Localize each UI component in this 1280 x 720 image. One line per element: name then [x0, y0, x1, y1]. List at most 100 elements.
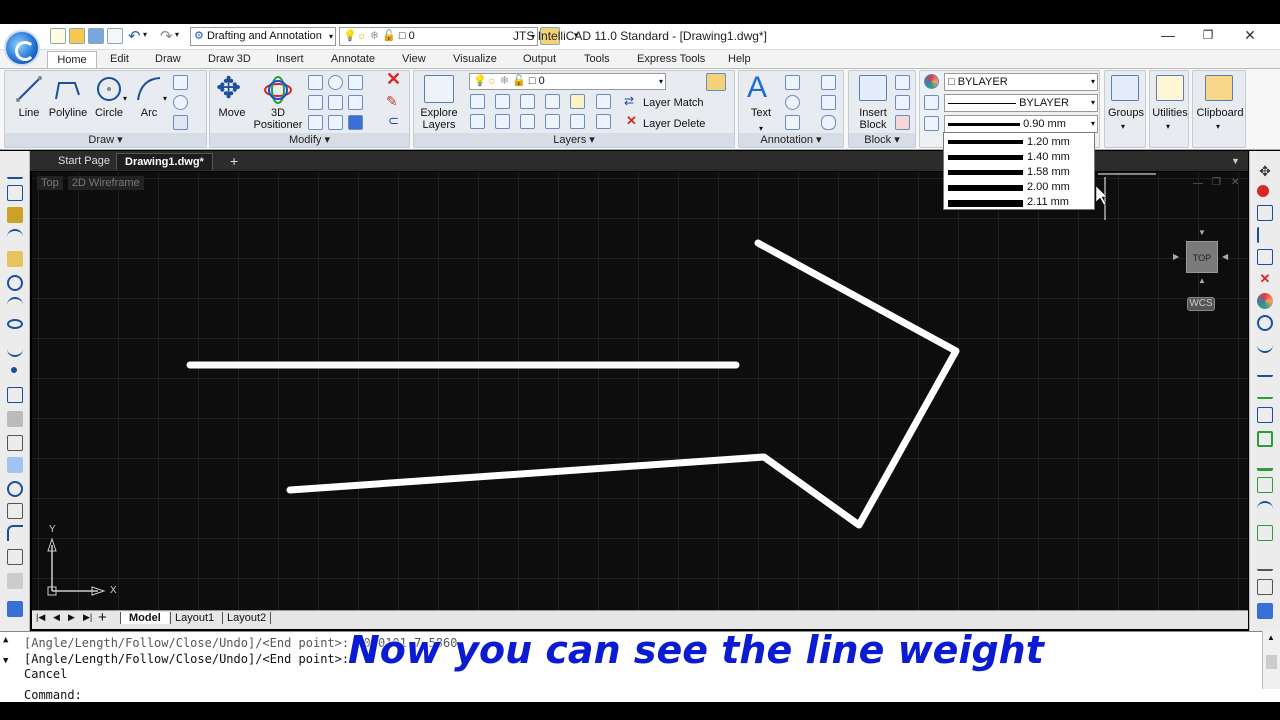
lineweight-option-5[interactable]: 2.11 mm [947, 195, 1093, 210]
layout-tab-layout1[interactable]: Layout1 [170, 612, 218, 624]
arc-dropdown-icon[interactable]: ▾ [163, 93, 167, 105]
tb-polygon-icon[interactable] [7, 387, 23, 403]
tb-elliptical-arc-icon[interactable] [7, 341, 23, 357]
dimension-icon[interactable] [785, 75, 800, 90]
tab-edit[interactable]: Edit [104, 51, 135, 68]
tb-trim-icon[interactable] [1257, 383, 1273, 399]
text-button[interactable]: Text [743, 107, 779, 119]
line-button[interactable]: Line [11, 107, 47, 119]
cmd-expand-icon[interactable]: ▼ [3, 656, 8, 666]
3d-positioner-button[interactable]: 3D Positioner [252, 107, 304, 131]
lineweight-option-2[interactable]: 1.40 mm [947, 150, 1093, 165]
color-combo[interactable]: □ BYLAYER ▾ [944, 73, 1098, 91]
tab-annotate[interactable]: Annotate [325, 51, 381, 68]
cmd-collapse-icon[interactable]: ▲ [3, 635, 8, 645]
viewcube-right-arrow-icon[interactable]: ◀ [1222, 252, 1228, 261]
move-icon[interactable]: ✥ [216, 73, 241, 105]
tb-break-icon[interactable] [1257, 431, 1273, 447]
layer-tool-3-icon[interactable] [520, 94, 535, 109]
insert-block-icon[interactable] [859, 75, 887, 101]
tb-donut-icon[interactable] [7, 481, 23, 497]
block-attribute-icon[interactable] [895, 115, 910, 130]
tab-insert[interactable]: Insert [270, 51, 310, 68]
leader-icon[interactable] [785, 115, 800, 130]
groups-dropdown-icon[interactable]: ▾ [1121, 121, 1125, 133]
tb-scale-icon[interactable] [1257, 337, 1273, 353]
arc-icon[interactable] [135, 75, 163, 103]
layer-delete-button[interactable]: Layer Delete [643, 118, 705, 130]
tb-wipeout-icon[interactable] [7, 573, 23, 589]
annotation-panel-title[interactable]: Annotation ▾ [739, 133, 843, 147]
layer-tool-9-icon[interactable] [520, 114, 535, 129]
layer-tool-8-icon[interactable] [495, 114, 510, 129]
tb-hatch-icon[interactable] [7, 411, 23, 427]
viewcube-left-arrow-icon[interactable]: ▶ [1173, 252, 1179, 261]
arc-button[interactable]: Arc [133, 107, 165, 119]
table-icon[interactable] [821, 75, 836, 90]
cloud-icon[interactable] [821, 115, 836, 130]
viewcube-down-arrow-icon[interactable]: ▲ [1198, 276, 1206, 285]
linetype-combo[interactable]: BYLAYER ▾ [944, 94, 1098, 112]
tb-fillet-r-icon[interactable] [1257, 501, 1273, 517]
layout-last-icon[interactable]: ▶| [83, 612, 92, 623]
tb-match-icon[interactable] [1257, 579, 1273, 595]
tb-line-icon[interactable] [7, 163, 23, 179]
tb-express-r-icon[interactable] [1257, 603, 1273, 619]
viewport-close-icon[interactable]: ✕ [1231, 177, 1239, 188]
tab-view[interactable]: View [396, 51, 432, 68]
circle-icon[interactable] [95, 75, 123, 103]
arrowhead-polyline[interactable] [286, 239, 960, 529]
minimize-button[interactable]: — [1153, 26, 1183, 44]
tb-extend-icon[interactable] [1257, 407, 1273, 423]
tb-circle-icon[interactable] [7, 275, 23, 291]
color-wheel-icon[interactable] [924, 74, 939, 89]
scroll-up-icon[interactable]: ▲ [1267, 633, 1275, 642]
scroll-thumb[interactable] [1266, 655, 1277, 669]
tb-ellipse-icon[interactable] [7, 319, 23, 329]
groups-button[interactable]: Groups [1103, 107, 1149, 119]
utilities-ruler-icon[interactable] [1156, 75, 1184, 101]
offset-icon[interactable]: ⊂ [388, 114, 399, 127]
tab-tools[interactable]: Tools [578, 51, 616, 68]
tb-point-icon[interactable] [11, 367, 17, 373]
layer-tool-12-icon[interactable] [596, 114, 611, 129]
tb-insert-icon[interactable] [7, 549, 23, 565]
wcs-button[interactable]: WCS [1187, 297, 1215, 311]
tb-arc-icon[interactable] [7, 297, 23, 313]
tab-drawing1[interactable]: Drawing1.dwg* [116, 153, 213, 170]
tb-chamfer-icon[interactable] [1257, 477, 1273, 493]
array-icon[interactable] [328, 115, 343, 130]
polyline-icon[interactable] [53, 75, 81, 103]
tab-express-tools[interactable]: Express Tools [631, 51, 711, 68]
layer-tool-10-icon[interactable] [545, 114, 560, 129]
layers-panel-title[interactable]: Layers ▾ [414, 133, 734, 147]
layer-tool-2-icon[interactable] [495, 94, 510, 109]
groups-icon[interactable] [1111, 75, 1139, 101]
block-edit-icon[interactable] [895, 95, 910, 110]
rotate-icon[interactable] [328, 75, 343, 90]
tb-region-icon[interactable] [7, 457, 23, 473]
ellipse-icon[interactable] [173, 95, 188, 110]
tb-fillet-icon[interactable] [7, 525, 23, 541]
tb-mirror-icon[interactable] [1257, 227, 1273, 243]
trim-icon[interactable] [348, 75, 363, 90]
layer-tool-6-icon[interactable] [596, 94, 611, 109]
draw-panel-title[interactable]: Draw ▾ [5, 133, 206, 147]
tab-output[interactable]: Output [517, 51, 562, 68]
line-icon[interactable] [15, 75, 43, 103]
block-create-icon[interactable] [895, 75, 910, 90]
layer-match-button[interactable]: Layer Match [643, 97, 704, 109]
tb-copy-icon[interactable] [1257, 185, 1269, 197]
tb-explode-icon[interactable] [1257, 525, 1273, 541]
tab-list-dropdown-icon[interactable]: ▼ [1231, 156, 1240, 166]
circle-button[interactable]: Circle [91, 107, 127, 119]
stretch-icon[interactable] [328, 95, 343, 110]
viewport-restore-icon[interactable]: ❐ [1212, 177, 1221, 188]
tab-start-page[interactable]: Start Page [50, 153, 118, 170]
insert-block-button[interactable]: Insert Block [851, 107, 895, 131]
layout-tab-layout2[interactable]: Layout2 [222, 612, 272, 624]
command-input[interactable]: Command: [0, 689, 1280, 702]
tab-draw[interactable]: Draw [149, 51, 187, 68]
tb-pencil-icon[interactable] [7, 207, 23, 223]
layout-add-icon[interactable]: + [98, 609, 107, 626]
